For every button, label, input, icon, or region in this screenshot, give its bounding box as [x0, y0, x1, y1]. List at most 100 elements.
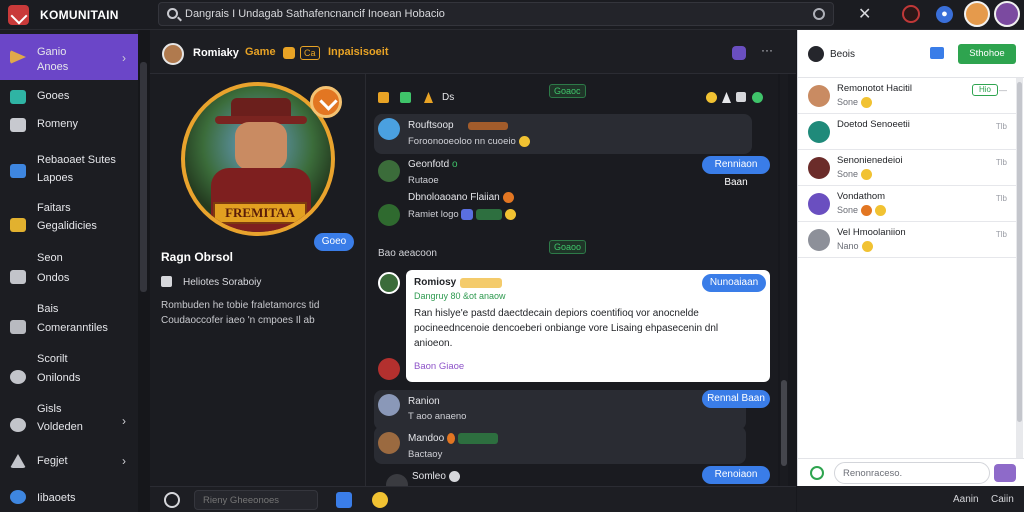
message-avatar[interactable]	[378, 272, 400, 294]
record-icon[interactable]	[813, 8, 825, 20]
message-card[interactable]: Rouftsoop Foroonooeoloo nn cuoeio	[374, 114, 752, 154]
highlighted-message-card[interactable]: Romiosy Dangruy 80 &ot anaow Ran hislye'…	[406, 270, 770, 382]
sidebar-item-sublabel: Anoes	[37, 61, 69, 73]
notification-avatar[interactable]	[902, 5, 920, 23]
sidebar-item-gisls[interactable]: Gisls Voldeden ›	[0, 398, 138, 444]
action-button[interactable]: Renniaon Baan	[702, 156, 770, 188]
sidebar-scroll-thumb[interactable]	[140, 62, 147, 292]
message-avatar[interactable]	[378, 394, 400, 416]
flag-icon	[10, 454, 26, 468]
list-item[interactable]: Vel Hmoolaniion Nano Tlb	[798, 222, 1019, 258]
message-body-line: Ran hislye'e pastd daectdecain depiors c…	[414, 308, 699, 319]
footer-link[interactable]: Caiin	[991, 494, 1014, 505]
message-text: Bactaoy	[408, 449, 443, 460]
contact-name: Vel Hmoolaniion	[837, 227, 906, 238]
feed-scrollbar[interactable]	[780, 74, 788, 486]
message-input-box[interactable]	[194, 490, 318, 510]
sidebar-item-label: Iibaoets	[37, 492, 76, 504]
action-button[interactable]: Renoiaon Baan	[702, 466, 770, 498]
list-item[interactable]: Senonienedeioi Sone Tlb	[798, 150, 1019, 186]
send-icon[interactable]	[994, 464, 1016, 482]
sidebar-item-seon[interactable]: Seon Ondos	[0, 248, 138, 294]
search-input[interactable]	[185, 6, 785, 22]
emoji-icon[interactable]	[372, 492, 388, 508]
sidebar-item-scorilt[interactable]: Scorilt Onilonds	[0, 348, 138, 394]
message-avatar[interactable]	[378, 432, 400, 454]
right-panel-input-box[interactable]	[834, 462, 990, 484]
shield-icon[interactable]	[732, 46, 746, 60]
sidebar-item-romeny[interactable]: Romeny	[0, 112, 138, 138]
image-icon[interactable]	[336, 492, 352, 508]
trophy-icon[interactable]	[378, 92, 389, 103]
emoji-icon[interactable]	[706, 92, 717, 103]
sidebar-item-bais[interactable]: Bais Comeranntiles	[0, 298, 138, 344]
right-panel-input[interactable]	[843, 466, 983, 480]
lock-icon	[10, 218, 26, 232]
list-item[interactable]: Doetod Senoeetii Tlb	[798, 114, 1019, 150]
footer-link[interactable]: Aanin	[953, 494, 979, 505]
message-text-line: Foroonooeoloo nn cuoeio	[408, 136, 530, 147]
contact-status: Sone	[837, 205, 887, 217]
sidebar-item-sublabel: Voldeden	[37, 421, 83, 433]
message-feed: Ds Goaoc Rouftsoop Foroonooeoloo nn cuoe…	[366, 74, 778, 498]
bell-icon[interactable]	[424, 92, 433, 103]
feed-scroll-thumb[interactable]	[781, 380, 787, 466]
sidebar-item-faitars[interactable]: Faitars Gegalidicies	[0, 196, 138, 242]
contact-avatar	[808, 157, 830, 179]
add-user-icon[interactable]	[930, 47, 944, 59]
globe-icon[interactable]: ●	[936, 6, 953, 23]
message-card[interactable]: Mandoo Bactaoy	[374, 426, 746, 464]
message-avatar[interactable]	[378, 160, 400, 182]
sidebar-item-fegjet[interactable]: Fegjet ›	[0, 448, 138, 474]
message-author: Geonfotd	[408, 159, 450, 170]
flag-icon[interactable]	[736, 92, 746, 102]
message-link[interactable]: Baon Giaoe	[414, 361, 464, 372]
sidebar-item-label: Scorilt	[37, 353, 68, 365]
pin-icon[interactable]	[722, 92, 731, 103]
right-panel-scroll-thumb[interactable]	[1017, 82, 1022, 422]
message-input[interactable]	[203, 494, 313, 507]
profile-avatar[interactable]	[994, 1, 1020, 27]
action-button[interactable]: Nunoaiaan	[702, 274, 766, 292]
chat-header: Romiaky Game Ca Inpaisisoeit ···	[150, 30, 796, 74]
sidebar-item-rebaoaet[interactable]: Rebaoaet Sutes Lapoes	[0, 150, 138, 196]
message-avatar[interactable]	[378, 358, 400, 380]
attach-icon[interactable]	[164, 492, 180, 508]
attach-icon[interactable]	[810, 466, 824, 480]
contact-sub: Sone	[837, 97, 859, 107]
section-label: Bao aeacoon	[378, 248, 437, 259]
sidebar: Ganio Anoes › Gooes Romeny Rebaoaet Sute…	[0, 30, 138, 512]
divider	[798, 458, 1024, 459]
right-panel-scrollbar[interactable]	[1016, 78, 1023, 458]
search-bar[interactable]	[158, 2, 834, 26]
message-author-line: Geonfotd o	[408, 159, 458, 170]
message-avatar[interactable]	[378, 204, 400, 226]
composer-bar	[150, 486, 796, 512]
toolbar-text: Ds	[442, 92, 455, 103]
list-item[interactable]: Vondathom Sone Tlb	[798, 186, 1019, 222]
message-avatar[interactable]	[378, 118, 400, 140]
chat-icon[interactable]	[400, 92, 411, 103]
status-icon[interactable]	[752, 92, 763, 103]
chat-subtitle: Inpaisisoeit	[328, 46, 389, 58]
message-card[interactable]: Ranion T aoo anaeno	[374, 390, 746, 430]
action-button[interactable]: Rennal Baan	[702, 390, 770, 408]
chevron-right-icon: ›	[122, 454, 126, 468]
app-logo-icon[interactable]	[8, 5, 29, 25]
more-options-icon[interactable]: ···	[761, 43, 773, 57]
action-button[interactable]: Sthohoe	[958, 44, 1016, 64]
close-icon[interactable]: ✕	[858, 4, 871, 24]
follow-button[interactable]: Goeo	[314, 233, 354, 251]
feed-tag: Goaoc	[549, 84, 586, 98]
sidebar-item-label: Romeny	[37, 118, 78, 130]
gem-icon	[461, 209, 474, 220]
sidebar-item-gooes[interactable]: Gooes	[0, 84, 138, 110]
channel-avatar[interactable]	[162, 43, 184, 65]
contact-time: Tlb	[995, 194, 1007, 203]
sidebar-item-ganio[interactable]: Ganio Anoes ›	[0, 34, 138, 80]
list-item[interactable]: Remonotot Hacitil Sone Hio —	[798, 78, 1019, 114]
user-avatar[interactable]	[964, 1, 990, 27]
sidebar-item-iibaoets[interactable]: Iibaoets	[0, 486, 138, 512]
home-icon	[10, 164, 26, 178]
right-panel-header: Beois Sthohoe	[798, 30, 1024, 78]
